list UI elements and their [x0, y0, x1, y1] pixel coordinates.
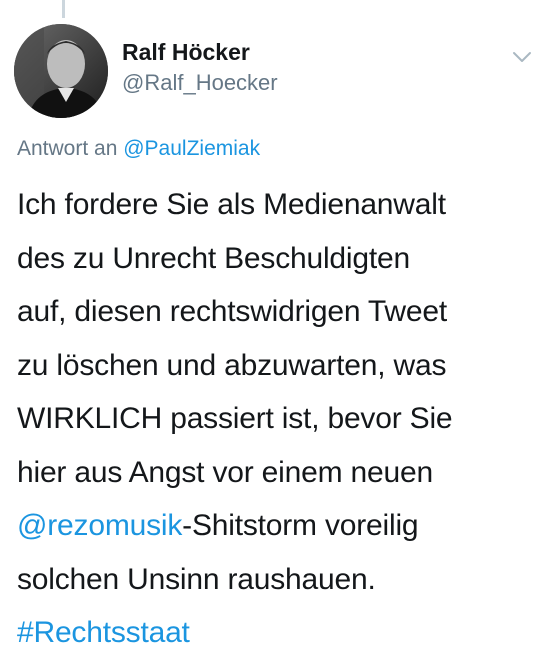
tweet-line: @rezomusik-Shitstorm voreilig: [17, 499, 542, 553]
tweet-line: zu löschen und abzuwarten, was: [17, 348, 447, 382]
tweet-line: des zu Unrecht Beschuldigten: [17, 241, 410, 275]
tweet-line: auf, diesen rechtswidrigen Tweet: [17, 295, 447, 328]
tweet-line: Ich fordere Sie als Medienanwalt: [17, 188, 446, 221]
chevron-down-icon[interactable]: [511, 46, 533, 68]
author-names: Ralf Höcker @Ralf_Hoecker: [122, 38, 278, 98]
avatar[interactable]: [14, 24, 108, 118]
tweet-line-text: -Shitstorm voreilig: [182, 509, 419, 542]
tweet-line: hier aus Angst vor einem neuen: [17, 455, 433, 489]
author-display-name[interactable]: Ralf Höcker: [122, 38, 278, 66]
tweet-line: WIRKLICH passiert ist, bevor Sie: [17, 402, 453, 435]
author-handle[interactable]: @Ralf_Hoecker: [122, 68, 278, 98]
tweet-header: Ralf Höcker @Ralf_Hoecker: [14, 24, 533, 118]
reply-context: Antwort an @PaulZiemiak: [17, 136, 260, 162]
reply-to-mention[interactable]: @PaulZiemiak: [123, 137, 260, 160]
tweet-body: Ich fordere Sie als Medienanwalt des zu …: [17, 178, 542, 660]
reply-prefix: Antwort an: [17, 137, 124, 160]
tweet-line: solchen Unsinn raushauen.: [17, 562, 376, 596]
tweet-line: #Rechtsstaat: [17, 606, 542, 660]
hashtag-link[interactable]: #Rechtsstaat: [17, 616, 190, 649]
rezomusik-mention-link[interactable]: @rezomusik: [17, 509, 182, 542]
thread-connector-line: [62, 0, 65, 18]
